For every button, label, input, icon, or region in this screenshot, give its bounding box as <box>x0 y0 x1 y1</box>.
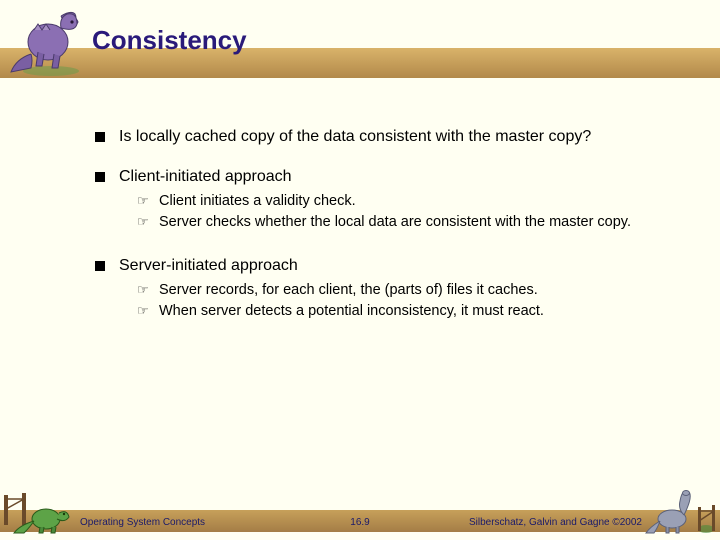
sub-bullet-item: ☞ Client initiates a validity check. <box>137 192 655 211</box>
dino-bottom-right-icon <box>644 487 718 535</box>
footer-left-text: Operating System Concepts <box>80 517 205 528</box>
hand-bullet-icon: ☞ <box>137 302 151 321</box>
sub-bullet-text: Server records, for each client, the (pa… <box>159 281 655 300</box>
hand-bullet-icon: ☞ <box>137 281 151 300</box>
dino-top-left-icon <box>6 4 86 79</box>
sub-bullet-text: Server checks whether the local data are… <box>159 213 655 232</box>
sub-bullet-group: ☞ Server records, for each client, the (… <box>137 281 655 321</box>
slide-body: Is locally cached copy of the data consi… <box>95 127 655 345</box>
hand-bullet-icon: ☞ <box>137 192 151 211</box>
bullet-item: Is locally cached copy of the data consi… <box>95 127 655 147</box>
footer: Operating System Concepts 16.9 Silbersch… <box>0 503 720 535</box>
square-bullet-icon <box>95 261 105 271</box>
sub-bullet-text: Client initiates a validity check. <box>159 192 655 211</box>
footer-right-text: Silberschatz, Galvin and Gagne ©2002 <box>469 517 642 528</box>
hand-bullet-icon: ☞ <box>137 213 151 232</box>
bullet-text: Server-initiated approach <box>119 256 655 276</box>
bullet-item: Server-initiated approach <box>95 256 655 276</box>
slide-title: Consistency <box>92 25 247 56</box>
square-bullet-icon <box>95 132 105 142</box>
sub-bullet-text: When server detects a potential inconsis… <box>159 302 655 321</box>
square-bullet-icon <box>95 172 105 182</box>
sub-bullet-group: ☞ Client initiates a validity check. ☞ S… <box>137 192 655 232</box>
footer-page-number: 16.9 <box>350 517 369 528</box>
slide: Consistency Is locally cached copy of th… <box>0 0 720 540</box>
sub-bullet-item: ☞ When server detects a potential incons… <box>137 302 655 321</box>
dino-bottom-left-icon <box>2 489 74 535</box>
sub-bullet-item: ☞ Server records, for each client, the (… <box>137 281 655 300</box>
sub-bullet-item: ☞ Server checks whether the local data a… <box>137 213 655 232</box>
bullet-text: Client-initiated approach <box>119 167 655 187</box>
bullet-text: Is locally cached copy of the data consi… <box>119 127 655 147</box>
bullet-item: Client-initiated approach <box>95 167 655 187</box>
